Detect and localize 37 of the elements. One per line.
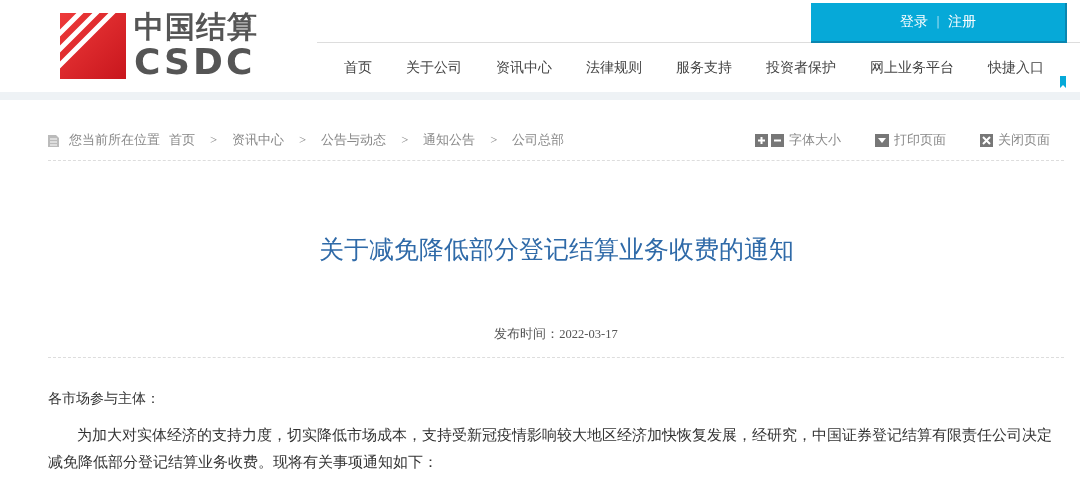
nav-item[interactable]: 网上业务平台	[853, 58, 971, 77]
location-label: 您当前所在位置	[69, 131, 160, 149]
breadcrumb-link[interactable]: 通知公告	[423, 131, 476, 149]
greeting: 各市场参与主体：	[48, 390, 161, 408]
register-link[interactable]: 注册	[948, 13, 976, 31]
nav-item[interactable]: 关于公司	[389, 58, 479, 77]
paragraph: 为加大对实体经济的支持力度，切实降低市场成本，支持受新冠疫情影响较大地区经济加快恢复发展，经研究，中国证券登记结算有限责任公司决定减免降低部分登记结算业务收费。现将有关事项通知如下：	[48, 426, 1053, 472]
logo-icon	[60, 13, 126, 79]
bookmark-icon	[1060, 76, 1066, 88]
logo-name: 中国结算	[134, 12, 258, 42]
nav-item[interactable]: 服务支持	[659, 58, 749, 77]
nav-item[interactable]: 首页	[327, 58, 389, 77]
breadcrumb-link[interactable]: 公司总部	[512, 131, 565, 149]
breadcrumb-link[interactable]: 资讯中心	[232, 131, 285, 149]
minus-icon[interactable]	[771, 133, 784, 147]
page-icon	[48, 133, 60, 147]
nav-item[interactable]: 法律规则	[569, 58, 659, 77]
separator: |	[935, 15, 940, 29]
article-title: 关于减免降低部分登记结算业务收费的通知	[317, 234, 795, 266]
breadcrumb-separator: >	[490, 132, 498, 148]
plus-icon[interactable]	[755, 133, 768, 147]
breadcrumb-link[interactable]: 公告与动态	[321, 131, 387, 149]
breadcrumb-separator: >	[299, 132, 307, 148]
dropdown-icon	[875, 133, 889, 147]
tool-link[interactable]: 字体大小	[789, 131, 841, 149]
login-link[interactable]: 登录	[899, 13, 928, 31]
logo-abbreviation: CSDC	[134, 44, 256, 80]
nav-item[interactable]: 快捷入口	[971, 58, 1061, 77]
breadcrumb-separator: >	[210, 132, 218, 148]
nav-item[interactable]: 资讯中心	[479, 58, 569, 77]
breadcrumb-separator: >	[401, 132, 409, 148]
tool-link[interactable]: 关闭页面	[998, 131, 1050, 149]
nav-item[interactable]: 投资者保护	[749, 58, 853, 77]
breadcrumb-link[interactable]: 首页	[169, 131, 195, 149]
publish-date: 发布时间：2022-03-17	[48, 326, 1064, 358]
close-icon	[980, 133, 993, 147]
tool-link[interactable]: 打印页面	[894, 131, 946, 149]
